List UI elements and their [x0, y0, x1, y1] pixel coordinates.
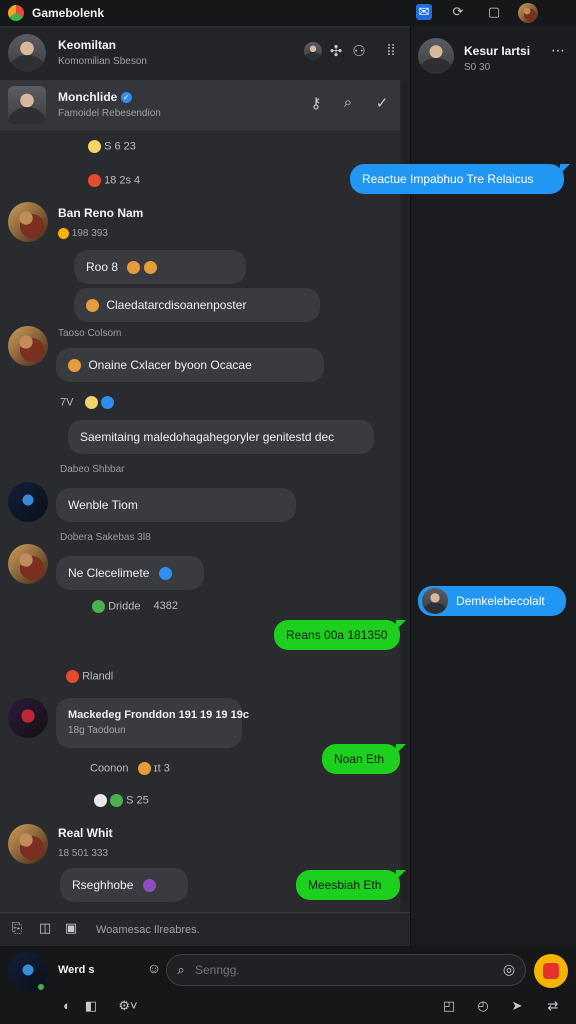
side-mini-avatar: [422, 588, 448, 614]
mini-avatar[interactable]: [304, 42, 322, 60]
check-icon[interactable]: ✓: [372, 94, 392, 112]
window-icon[interactable]: ▢: [486, 4, 502, 20]
contact-avatar[interactable]: [8, 34, 46, 72]
outgoing-message[interactable]: Reactue Impabhuo Tre Relaicus: [350, 164, 570, 194]
profile-avatar[interactable]: [518, 3, 538, 23]
scrollbar-thumb[interactable]: [402, 82, 408, 902]
refresh-icon[interactable]: ⟳: [450, 4, 466, 20]
message-bubble[interactable]: Ne Clecelimete: [56, 556, 204, 590]
app-logo-icon: [8, 5, 24, 21]
message-bubble[interactable]: Rseghhobe: [60, 868, 188, 902]
contact-name: Keomiltan: [58, 38, 117, 52]
sender-meta: 198 393: [58, 228, 108, 239]
sticker-icon[interactable]: ◫: [36, 920, 54, 936]
outgoing-message[interactable]: Meesbiah Eth: [296, 870, 406, 900]
reaction-row-1: S 6 23: [88, 140, 136, 153]
outgoing-message[interactable]: Noan Eth: [322, 744, 406, 774]
sender-name: Real Whit: [58, 826, 113, 840]
reaction-row-2: 18 2s 4: [88, 174, 140, 187]
sender-avatar[interactable]: [8, 544, 48, 584]
sender-avatar[interactable]: [8, 698, 48, 738]
sender-name-row: Dobera Sakebas 3l8: [60, 532, 151, 543]
emoji-icon[interactable]: [94, 794, 107, 807]
chat-panel: [0, 26, 410, 946]
verified-icon: ✓: [120, 92, 132, 104]
badge-emoji-icon: [58, 228, 69, 239]
search-icon[interactable]: ⌕: [338, 94, 358, 111]
reaction-row-6: Coonon ɪt 3: [90, 762, 170, 775]
record-icon: [543, 963, 559, 979]
message-bubble[interactable]: Onaine Cxlacer byoon Ocacae: [56, 348, 324, 382]
search-input[interactable]: [166, 954, 526, 986]
online-status-icon: [36, 982, 46, 992]
fire-emoji-icon[interactable]: [88, 174, 101, 187]
contact-status: Komomilian Sbeson: [58, 56, 147, 67]
side-more-icon[interactable]: ⋯: [548, 42, 568, 59]
message-bubble[interactable]: Roo 8: [74, 250, 246, 284]
active-chat-avatar[interactable]: [8, 86, 46, 124]
pin-icon[interactable]: ✣: [327, 42, 345, 60]
search-field-icon: ⌕: [177, 962, 185, 977]
side-contact-name: Kesur Iartsi: [464, 44, 531, 58]
composer-hint[interactable]: Woamesac Ilreabres.: [96, 924, 200, 936]
heart-emoji-icon[interactable]: [100, 396, 114, 409]
emoji-icon[interactable]: [66, 670, 79, 683]
mic-icon[interactable]: ◐: [58, 998, 76, 1013]
message-bubble[interactable]: Saemitaing maledohagahegoryler genitestd…: [68, 420, 374, 454]
send-icon[interactable]: ➤: [508, 998, 526, 1014]
message-bubble[interactable]: Mackedeg Fronddon 191 19 19 19c 18g Taod…: [56, 698, 249, 748]
message-bubble[interactable]: Wenble Tiom: [56, 488, 296, 522]
active-chat-name: Monchlide: [58, 90, 118, 104]
sender-name: Dabeo Shbbar: [60, 464, 125, 475]
face-emoji-icon: [68, 359, 81, 373]
more-dots-icon[interactable]: ⁞⁞: [382, 42, 400, 59]
message-bubble[interactable]: Claedatarcdisoanenposter: [74, 288, 320, 322]
notification-icon[interactable]: ✉: [416, 4, 432, 20]
outgoing-message[interactable]: Reans 00a 181350: [274, 620, 406, 650]
reaction-row-5: Rlandl: [66, 670, 113, 683]
sticker-panel-icon[interactable]: ◰: [440, 998, 458, 1014]
sender-avatar[interactable]: [8, 326, 48, 366]
hand-emoji-icon[interactable]: [84, 396, 98, 409]
sender-avatar[interactable]: [8, 202, 48, 242]
sender-avatar[interactable]: [8, 824, 48, 864]
app-title: Gamebolenk: [32, 6, 105, 20]
clock-icon[interactable]: ◴: [474, 998, 492, 1014]
gif-icon[interactable]: ▣: [62, 920, 80, 936]
attach-icon[interactable]: ⎘: [8, 920, 26, 936]
side-contact-status: S0 30: [464, 62, 491, 73]
group-icon[interactable]: ⚇: [350, 42, 368, 60]
user-name: Werd s: [58, 964, 95, 976]
settings-dropdown-icon[interactable]: ⚙˅: [114, 998, 142, 1014]
active-chat-name-row: Monchlide ✓: [58, 90, 132, 104]
emoji-icon[interactable]: [92, 600, 105, 613]
share-icon[interactable]: ⇄: [544, 998, 562, 1014]
face-emoji-icon: [127, 261, 141, 275]
emoji-icon[interactable]: [137, 762, 151, 775]
emoji-icon[interactable]: [110, 794, 124, 807]
camera-icon[interactable]: ◎: [500, 961, 518, 978]
hand-emoji-icon[interactable]: [88, 140, 101, 153]
sender-name: Taoso Colsom: [58, 328, 122, 339]
emoji-icon: [142, 879, 156, 893]
key-icon[interactable]: ⚷: [306, 94, 326, 112]
side-contact-avatar[interactable]: [418, 38, 454, 74]
sender-meta: 18 501 333: [58, 848, 109, 859]
sender-name: Ban Reno Nam: [58, 206, 144, 220]
reaction-row-3: 7V: [60, 396, 114, 409]
image-icon[interactable]: ◧: [82, 998, 100, 1014]
face-emoji-icon: [86, 299, 99, 313]
emoji-picker-icon[interactable]: ☺: [144, 960, 164, 976]
sender-avatar[interactable]: [8, 482, 48, 522]
active-chat-status: Famoidel Rebesendion: [58, 108, 161, 119]
contact-row[interactable]: [0, 28, 410, 80]
face-emoji-icon: [143, 261, 157, 275]
emoji-icon: [158, 567, 172, 581]
reaction-row-4: Dridde 4382: [92, 600, 178, 613]
reaction-row-7: S 25: [94, 794, 149, 807]
